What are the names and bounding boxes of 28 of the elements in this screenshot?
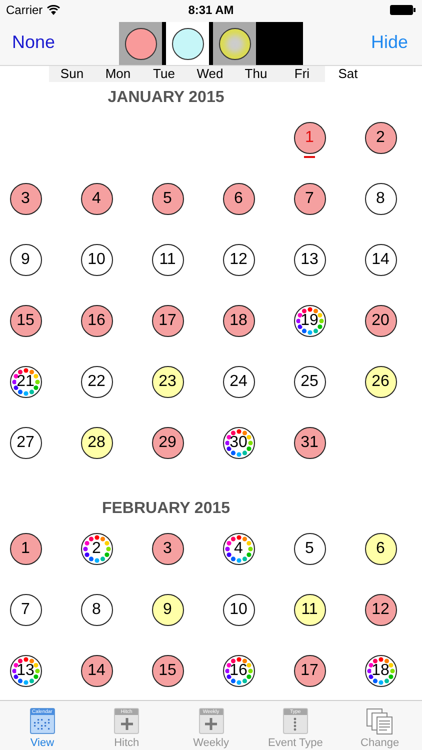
weekday-label: Wed: [187, 66, 233, 82]
color-swatch[interactable]: [119, 22, 162, 65]
color-dots-icon: [12, 368, 40, 396]
none-button[interactable]: None: [0, 29, 56, 56]
month-title: JANUARY 2015: [108, 88, 224, 107]
color-swatch[interactable]: [166, 22, 209, 65]
plus-icon: [203, 717, 220, 731]
wifi-icon: [46, 5, 60, 15]
color-dots-icon: [296, 306, 324, 334]
weekday-label: Mon: [95, 66, 141, 82]
weekday-label: Thu: [233, 66, 279, 82]
month-title: FEBRUARY 2015: [102, 499, 230, 518]
weekday-label: Fri: [279, 66, 325, 82]
color-dots-icon: [12, 656, 40, 684]
color-dots-icon: [224, 428, 252, 456]
weekday-label: Sun: [49, 66, 95, 82]
dot-grid-icon: [33, 718, 52, 730]
color-dots-icon: [82, 534, 110, 562]
color-dots-icon: [224, 534, 252, 562]
battery-icon: [390, 5, 416, 15]
status-time: 8:31 AM: [188, 2, 234, 19]
color-dots-icon: [366, 656, 394, 684]
dots-icon: [292, 716, 298, 732]
color-swatch[interactable]: [213, 22, 256, 65]
weekday-label: Tue: [141, 66, 187, 82]
plus-icon: [118, 717, 135, 731]
color-dots-icon: [224, 656, 252, 684]
carrier-name: Carrier: [6, 2, 43, 19]
